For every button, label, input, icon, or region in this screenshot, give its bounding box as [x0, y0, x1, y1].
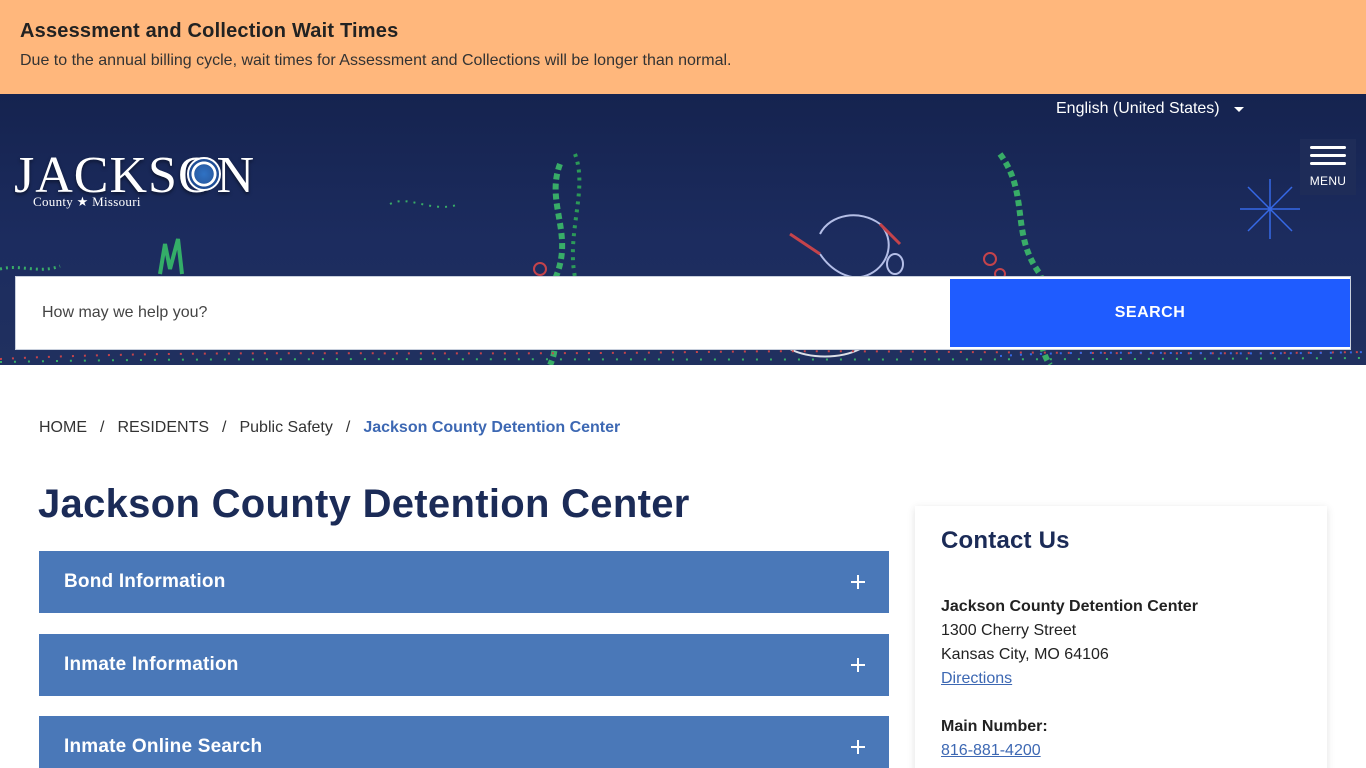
plus-icon [851, 740, 865, 754]
alert-message: Due to the annual billing cycle, wait ti… [20, 52, 732, 69]
alert-banner: Assessment and Collection Wait Times Due… [0, 0, 1366, 94]
breadcrumb: HOME / RESIDENTS / Public Safety / Jacks… [39, 419, 620, 437]
main-number-label: Main Number: [941, 718, 1048, 735]
page-title: Jackson County Detention Center [38, 482, 690, 526]
county-logo[interactable]: JACKSON County ★ Missouri [14, 150, 266, 212]
plus-icon [851, 658, 865, 672]
breadcrumb-separator: / [100, 419, 105, 436]
accordion-inmate-information[interactable]: Inmate Information [39, 634, 889, 696]
accordion-bond-information[interactable]: Bond Information [39, 551, 889, 613]
directions-link[interactable]: Directions [941, 670, 1012, 687]
plus-icon [851, 575, 865, 589]
accordion-inmate-online-search[interactable]: Inmate Online Search [39, 716, 889, 768]
contact-city: Kansas City, MO 64106 [941, 646, 1109, 663]
menu-label: MENU [1309, 174, 1347, 188]
search-button[interactable]: SEARCH [950, 279, 1350, 347]
accordion-label: Inmate Information [64, 654, 239, 675]
site-header: English (United States) JACKSON County ★… [0, 94, 1366, 365]
breadcrumb-public-safety[interactable]: Public Safety [239, 419, 332, 437]
contact-us-card: Contact Us Jackson County Detention Cent… [915, 506, 1327, 768]
search-bar: SEARCH [15, 276, 1351, 350]
language-selector[interactable]: English (United States) [1056, 100, 1244, 118]
breadcrumb-residents[interactable]: RESIDENTS [117, 419, 209, 437]
search-input[interactable] [16, 277, 950, 349]
language-selector-label: English (United States) [1056, 100, 1220, 117]
breadcrumb-home[interactable]: HOME [39, 419, 87, 437]
logo-subtitle: County ★ Missouri [33, 194, 141, 209]
contact-name: Jackson County Detention Center [941, 598, 1198, 615]
accordion-label: Inmate Online Search [64, 736, 263, 757]
main-number-link[interactable]: 816-881-4200 [941, 742, 1041, 759]
breadcrumb-separator: / [222, 419, 227, 436]
county-seal-icon [187, 157, 221, 191]
contact-street: 1300 Cherry Street [941, 622, 1077, 639]
contact-title: Contact Us [941, 527, 1070, 554]
breadcrumb-separator: / [345, 419, 351, 436]
caret-down-icon [1233, 106, 1244, 112]
breadcrumb-current: Jackson County Detention Center [363, 419, 621, 436]
accordion-label: Bond Information [64, 571, 226, 592]
alert-title: Assessment and Collection Wait Times [20, 20, 399, 42]
hamburger-icon [1310, 146, 1346, 168]
menu-button[interactable]: MENU [1300, 139, 1356, 195]
